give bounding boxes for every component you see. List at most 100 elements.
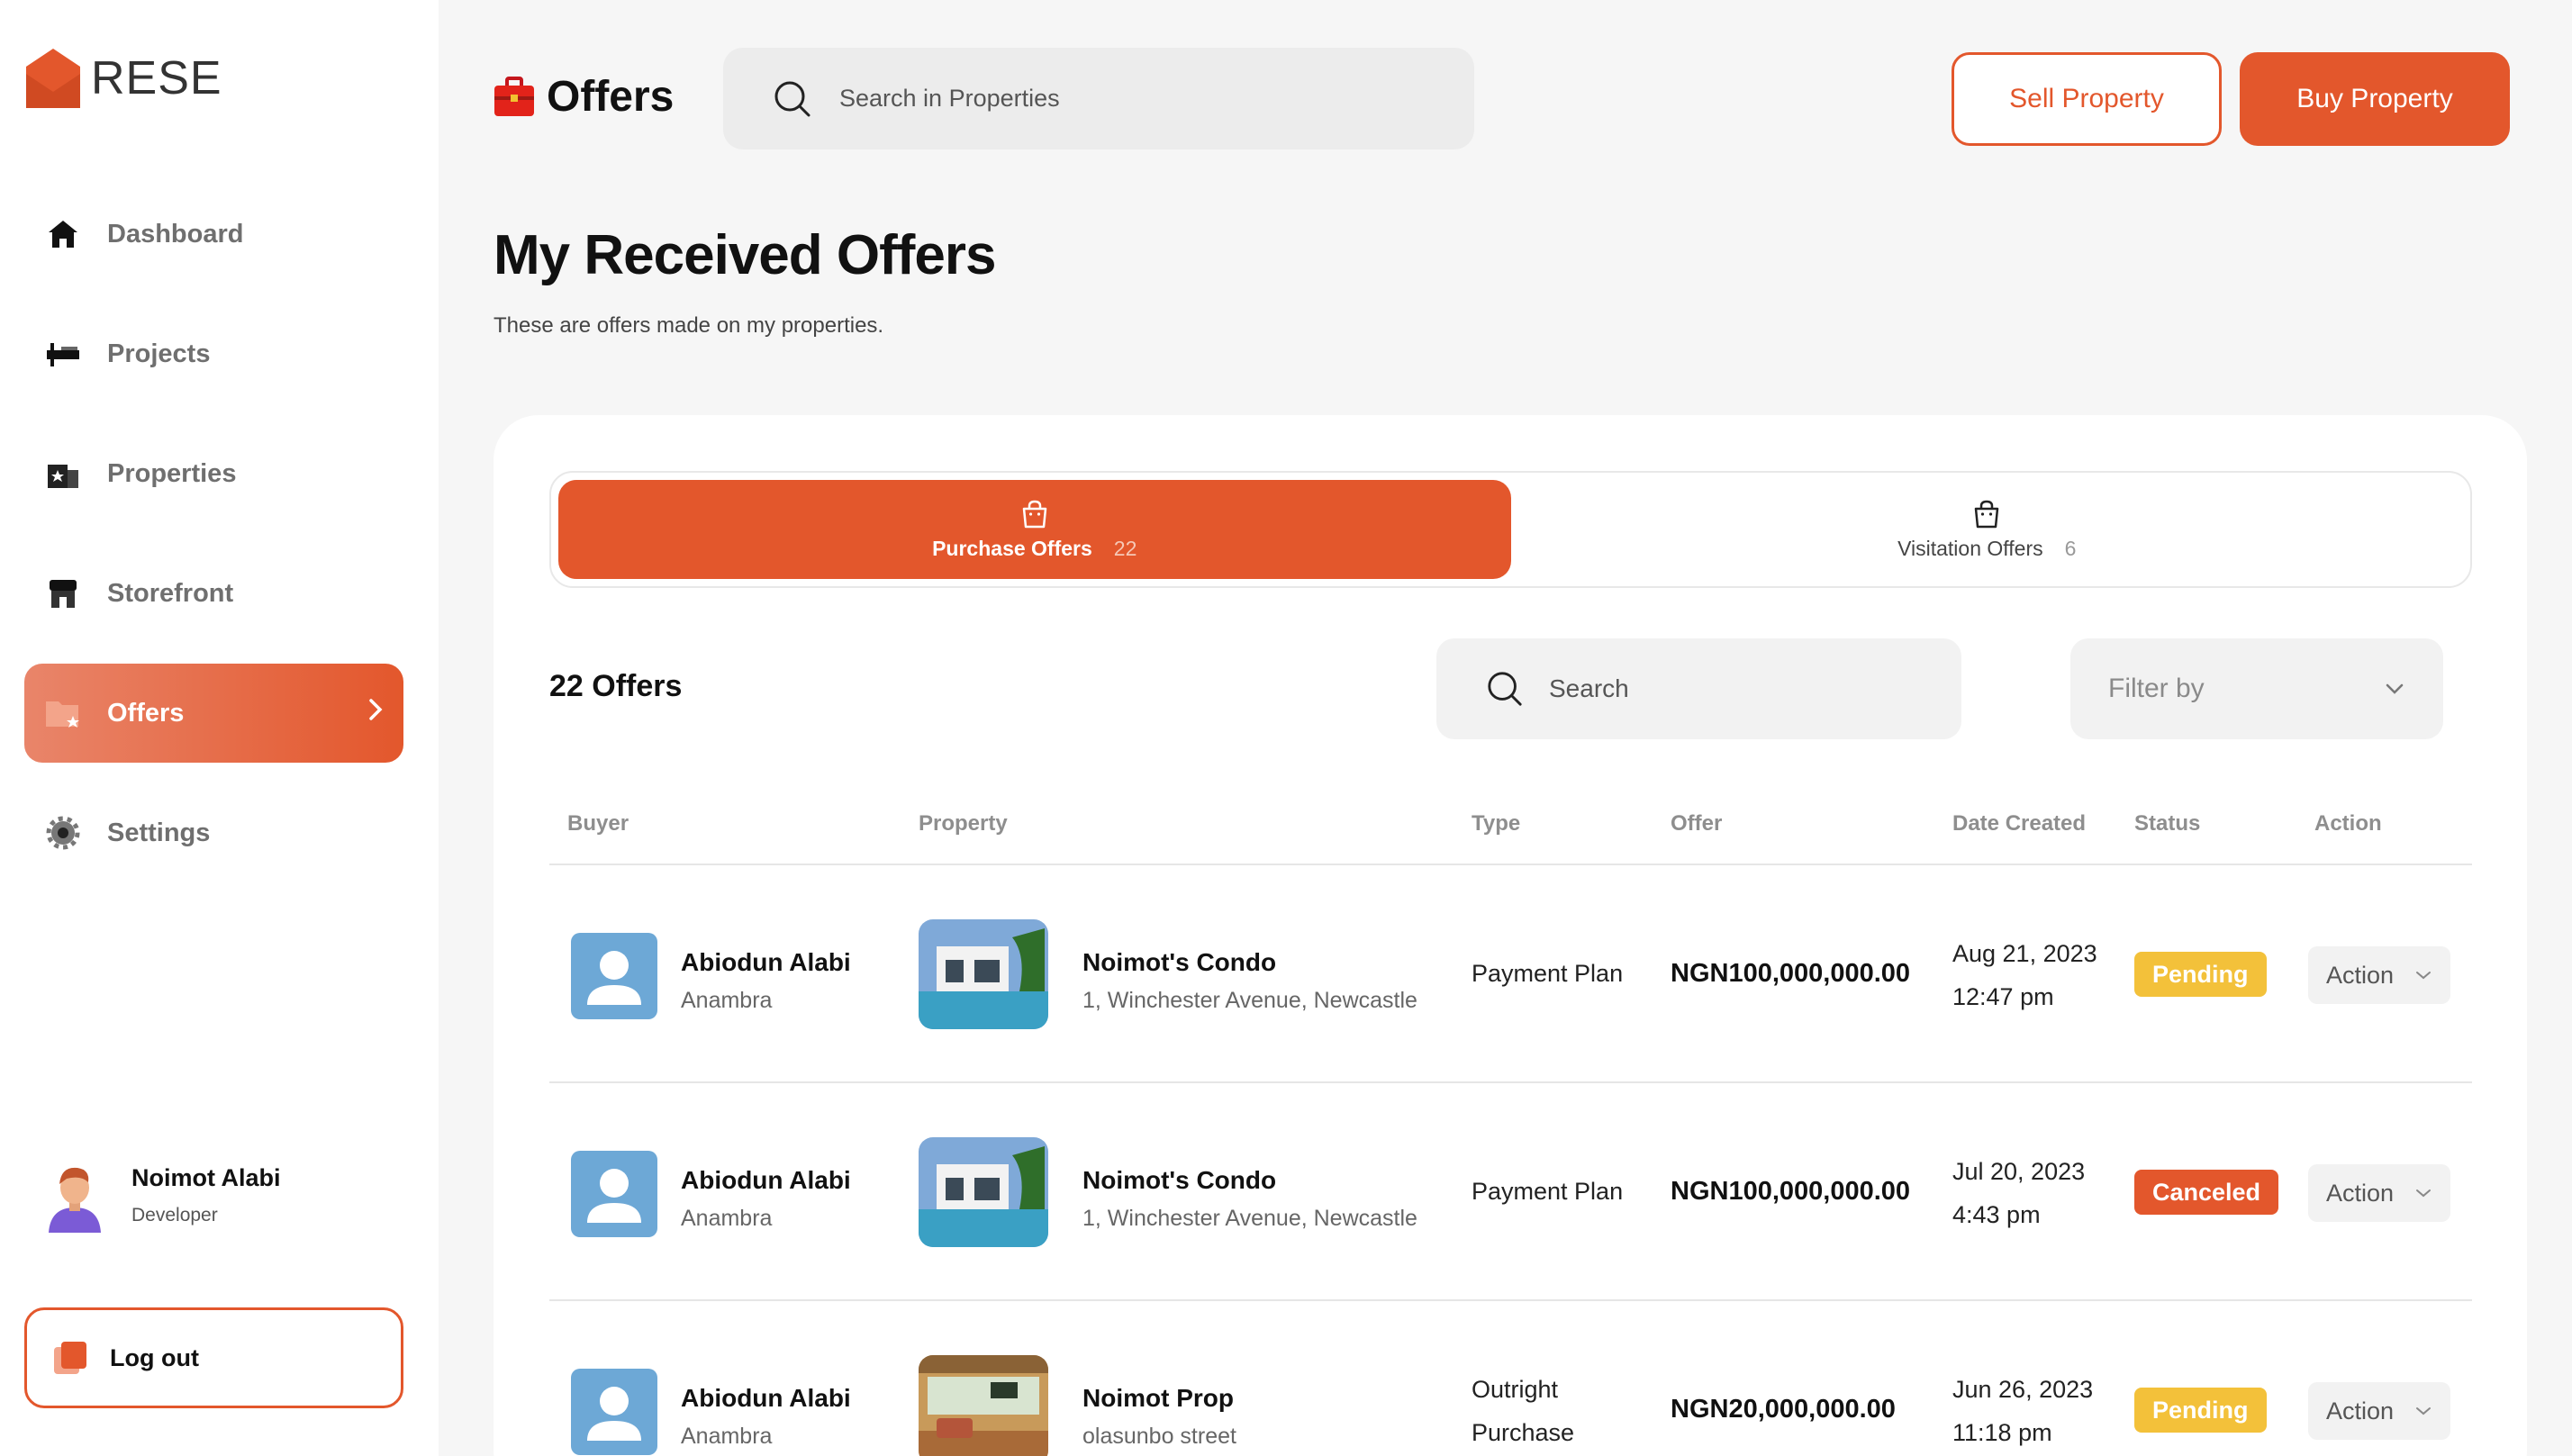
offers-search-input[interactable] (1549, 674, 1909, 703)
table-row[interactable]: Abiodun Alabi Anambra Noimot's Condo 1, … (549, 1083, 2472, 1301)
offer-amount: NGN100,000,000.00 (1671, 1177, 1911, 1206)
offer-amount: NGN20,000,000.00 (1671, 1395, 1896, 1424)
time-created: 4:43 pm (1952, 1201, 2041, 1228)
sidebar-item-label: Offers (107, 698, 185, 728)
tab-label: Visitation Offers (1897, 536, 2043, 560)
search-icon (1488, 672, 1522, 706)
property-thumbnail (919, 919, 1048, 1029)
date-created: Jul 20, 2023 (1952, 1158, 2086, 1185)
logout-label: Log out (110, 1343, 199, 1371)
status-badge: Canceled (2134, 1170, 2279, 1215)
property-search-input[interactable] (839, 85, 1425, 113)
sidebar: RESE Dashboard Projects Properties Store… (0, 0, 439, 1456)
time-created: 12:47 pm (1952, 983, 2054, 1010)
property-name: Noimot Prop (1082, 1384, 1234, 1412)
table-header: Buyer Property Type Offer Date Created S… (549, 811, 2472, 865)
action-dropdown[interactable]: Action (2308, 1382, 2450, 1440)
chevron-down-icon (2386, 683, 2404, 694)
offer-type: Outright (1472, 1376, 1559, 1403)
offer-type: Payment Plan (1472, 1178, 1624, 1205)
action-dropdown[interactable]: Action (2308, 946, 2450, 1004)
property-address: 1, Winchester Avenue, Newcastle (1082, 988, 1417, 1013)
property-name: Noimot's Condo (1082, 948, 1277, 976)
shopping-bag-icon (1022, 500, 1046, 528)
sidebar-item-dashboard[interactable]: Dashboard (24, 185, 403, 284)
section-heading: My Received Offers (494, 224, 996, 286)
brand-name: RESE (91, 52, 222, 104)
page-title-wrap: Offers (493, 72, 674, 122)
user-name: Noimot Alabi (131, 1163, 281, 1191)
search-icon (774, 81, 811, 116)
column-header-type: Type (1472, 811, 1521, 836)
buyer-name: Abiodun Alabi (681, 1166, 851, 1194)
time-created: 11:18 pm (1952, 1419, 2052, 1446)
offers-icon (44, 694, 82, 732)
buyer-avatar (571, 1151, 657, 1237)
buyer-location: Anambra (681, 988, 773, 1013)
buyer-avatar (571, 1369, 657, 1455)
sidebar-item-label: Projects (107, 339, 211, 368)
offers-count: 22 Offers (549, 669, 683, 703)
property-thumbnail (919, 1355, 1048, 1456)
buyer-name: Abiodun Alabi (681, 948, 851, 976)
shopping-bag-icon (1975, 500, 1999, 528)
property-search-bar[interactable] (723, 48, 1474, 149)
action-dropdown[interactable]: Action (2308, 1164, 2450, 1222)
property-thumbnail (919, 1137, 1048, 1247)
sidebar-item-settings[interactable]: Settings (24, 783, 403, 882)
sidebar-item-storefront[interactable]: Storefront (24, 544, 403, 643)
date-created: Jun 26, 2023 (1952, 1376, 2094, 1403)
offer-type: Payment Plan (1472, 960, 1624, 987)
sidebar-item-label: Settings (107, 818, 211, 847)
avatar (49, 1167, 101, 1233)
offer-type-line2: Purchase (1472, 1419, 1575, 1446)
status-badge: Pending (2134, 1388, 2267, 1433)
tab-visitation-offers[interactable]: Visitation Offers 6 (1511, 480, 2464, 579)
brand-logo[interactable]: RESE (24, 47, 222, 110)
table-row[interactable]: Abiodun Alabi Anambra Noimot Prop olasun… (549, 1301, 2472, 1456)
house-logo-icon (26, 49, 80, 108)
projects-icon (44, 335, 82, 373)
user-role: Developer (131, 1204, 218, 1225)
chevron-down-icon (2416, 972, 2431, 980)
buyer-location: Anambra (681, 1424, 773, 1449)
action-label: Action (2326, 961, 2395, 989)
tab-count: 6 (2064, 536, 2077, 560)
sidebar-item-properties[interactable]: Properties (24, 424, 403, 523)
column-header-offer: Offer (1671, 811, 1723, 836)
sell-property-button[interactable]: Sell Property (1952, 52, 2222, 146)
column-header-date-created: Date Created (1952, 811, 2087, 836)
property-address: olasunbo street (1082, 1424, 1236, 1449)
user-profile[interactable]: Noimot Alabi Developer (40, 1157, 281, 1233)
chevron-down-icon (2416, 1189, 2431, 1198)
section-subheading: These are offers made on my properties. (494, 313, 884, 338)
sidebar-item-label: Storefront (107, 578, 234, 608)
sidebar-item-offers[interactable]: Offers (24, 664, 403, 763)
logout-icon (54, 1342, 86, 1374)
tab-count: 22 (1113, 536, 1137, 560)
sidebar-item-projects[interactable]: Projects (24, 304, 403, 403)
properties-icon (44, 455, 82, 493)
buy-property-button[interactable]: Buy Property (2240, 52, 2510, 146)
buyer-name: Abiodun Alabi (681, 1384, 851, 1412)
table-row[interactable]: Abiodun Alabi Anambra Noimot's Condo 1, … (549, 865, 2472, 1083)
gear-icon (44, 814, 82, 852)
filter-label: Filter by (2108, 674, 2205, 703)
filter-dropdown[interactable]: Filter by (2070, 638, 2443, 739)
date-created: Aug 21, 2023 (1952, 940, 2097, 967)
tab-label: Purchase Offers (932, 536, 1092, 560)
page-title: Offers (547, 73, 675, 121)
column-header-status: Status (2134, 811, 2201, 836)
sidebar-item-label: Properties (107, 458, 237, 488)
column-header-action: Action (2314, 811, 2382, 836)
property-name: Noimot's Condo (1082, 1166, 1277, 1194)
home-icon (44, 215, 82, 253)
tab-purchase-offers[interactable]: Purchase Offers 22 (558, 480, 1511, 579)
storefront-icon (44, 574, 82, 612)
property-address: 1, Winchester Avenue, Newcastle (1082, 1206, 1417, 1231)
column-header-buyer: Buyer (567, 811, 629, 836)
buyer-location: Anambra (681, 1206, 773, 1231)
offers-search-bar[interactable] (1436, 638, 1961, 739)
logout-button[interactable]: Log out (24, 1307, 403, 1408)
buyer-avatar (571, 933, 657, 1019)
